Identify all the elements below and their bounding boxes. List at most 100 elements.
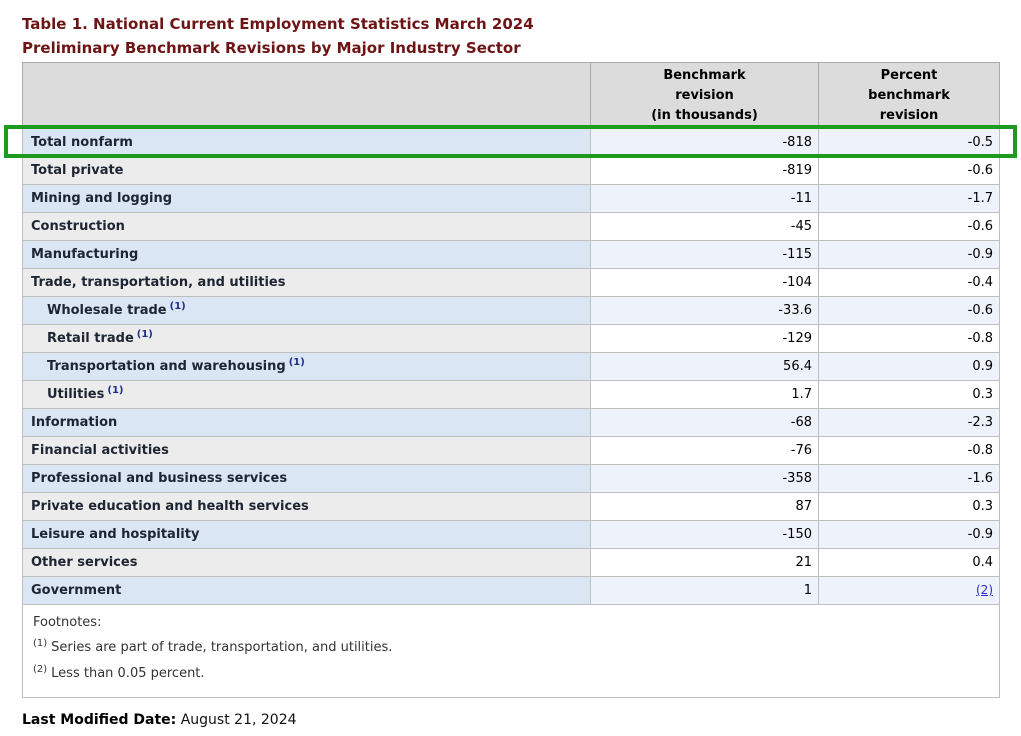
footnote-line: (2) Less than 0.05 percent. bbox=[33, 661, 989, 687]
percent-revision-cell: -0.6 bbox=[819, 213, 1000, 241]
percent-revision-cell: -1.7 bbox=[819, 185, 1000, 213]
table-row: Total private -819-0.6 bbox=[23, 157, 1000, 185]
footnote-text: Series are part of trade, transportation… bbox=[51, 640, 392, 655]
last-modified-value: August 21, 2024 bbox=[181, 712, 297, 728]
industry-label: Government bbox=[31, 583, 121, 598]
industry-cell: Total private bbox=[23, 157, 591, 185]
footnote-ref-link[interactable]: (1) bbox=[289, 357, 305, 368]
industry-cell: Private education and health services bbox=[23, 493, 591, 521]
industry-cell: Utilities(1) bbox=[23, 381, 591, 409]
table-row: Private education and health services 870… bbox=[23, 493, 1000, 521]
benchmark-revision-cell: -11 bbox=[591, 185, 819, 213]
footnote-2-link[interactable]: (2) bbox=[976, 583, 993, 597]
industry-label: Transportation and warehousing bbox=[47, 359, 286, 374]
table-row: Professional and business services-358-1… bbox=[23, 465, 1000, 493]
table-row: Utilities(1)1.70.3 bbox=[23, 381, 1000, 409]
industry-cell: Total nonfarm bbox=[23, 129, 591, 157]
benchmark-revision-cell: 87 bbox=[591, 493, 819, 521]
footnote-ref-link[interactable]: (1) bbox=[107, 385, 123, 396]
industry-label: Private education and health services bbox=[31, 499, 309, 514]
industry-label: Construction bbox=[31, 219, 125, 234]
table-row: Information -68-2.3 bbox=[23, 409, 1000, 437]
industry-cell: Wholesale trade(1) bbox=[23, 297, 591, 325]
footnote-marker: (2) bbox=[33, 664, 47, 675]
industry-cell: Professional and business services bbox=[23, 465, 591, 493]
title-line-2: Preliminary Benchmark Revisions by Major… bbox=[22, 36, 1021, 60]
footnote-marker: (1) bbox=[33, 638, 47, 649]
industry-label: Other services bbox=[31, 555, 137, 570]
industry-cell: Manufacturing bbox=[23, 241, 591, 269]
industry-label: Total private bbox=[31, 163, 124, 178]
last-modified-label: Last Modified Date: bbox=[22, 712, 176, 728]
industry-label: Information bbox=[31, 415, 117, 430]
footnote-ref-link[interactable]: (1) bbox=[137, 329, 153, 340]
percent-revision-cell: -0.5 bbox=[819, 129, 1000, 157]
percent-revision-cell: -0.8 bbox=[819, 437, 1000, 465]
industry-label: Utilities bbox=[47, 387, 104, 402]
table-row: Wholesale trade(1)-33.6-0.6 bbox=[23, 297, 1000, 325]
industry-cell: Retail trade(1) bbox=[23, 325, 591, 353]
percent-revision-cell: -0.9 bbox=[819, 241, 1000, 269]
table-row: Financial activities -76-0.8 bbox=[23, 437, 1000, 465]
benchmark-revision-cell: -129 bbox=[591, 325, 819, 353]
industry-label: Manufacturing bbox=[31, 247, 138, 262]
table-row: Trade, transportation, and utilities -104… bbox=[23, 269, 1000, 297]
benchmark-revision-cell: -104 bbox=[591, 269, 819, 297]
benchmark-revision-cell: -33.6 bbox=[591, 297, 819, 325]
table-title: Table 1. National Current Employment Sta… bbox=[22, 12, 1021, 60]
industry-cell: Transportation and warehousing(1) bbox=[23, 353, 591, 381]
industry-cell: Leisure and hospitality bbox=[23, 521, 591, 549]
percent-revision-cell: 0.3 bbox=[819, 381, 1000, 409]
percent-revision-cell: 0.3 bbox=[819, 493, 1000, 521]
industry-cell: Trade, transportation, and utilities bbox=[23, 269, 591, 297]
header-industry bbox=[23, 63, 591, 129]
table-row: Transportation and warehousing(1)56.40.9 bbox=[23, 353, 1000, 381]
benchmark-revision-cell: -818 bbox=[591, 129, 819, 157]
percent-revision-cell: -0.9 bbox=[819, 521, 1000, 549]
industry-cell: Construction bbox=[23, 213, 591, 241]
footnotes-row: Footnotes: (1) Series are part of trade, … bbox=[23, 605, 1000, 698]
table-row: Retail trade(1)-129-0.8 bbox=[23, 325, 1000, 353]
table-row-highlighted: Total nonfarm -818-0.5 bbox=[23, 129, 1000, 157]
benchmark-revision-cell: 56.4 bbox=[591, 353, 819, 381]
header-row: Benchmark revision (in thousands) Percen… bbox=[23, 63, 1000, 129]
industry-label: Wholesale trade bbox=[47, 303, 167, 318]
footnotes-title: Footnotes: bbox=[33, 611, 989, 635]
footnote-line: (1) Series are part of trade, transportat… bbox=[33, 635, 989, 661]
benchmark-revision-cell: -819 bbox=[591, 157, 819, 185]
percent-revision-cell: -0.6 bbox=[819, 157, 1000, 185]
benchmark-revision-cell: -68 bbox=[591, 409, 819, 437]
benchmark-revision-cell: -115 bbox=[591, 241, 819, 269]
percent-revision-cell: 0.9 bbox=[819, 353, 1000, 381]
benchmark-revision-cell: -76 bbox=[591, 437, 819, 465]
percent-revision-cell: -0.4 bbox=[819, 269, 1000, 297]
benchmark-revisions-table: Benchmark revision (in thousands) Percen… bbox=[22, 62, 1000, 698]
benchmark-revision-cell: -45 bbox=[591, 213, 819, 241]
table-row: Construction -45-0.6 bbox=[23, 213, 1000, 241]
header-benchmark-revision: Benchmark revision (in thousands) bbox=[591, 63, 819, 129]
industry-label: Financial activities bbox=[31, 443, 169, 458]
last-modified: Last Modified Date: August 21, 2024 bbox=[22, 712, 1021, 728]
percent-revision-cell: 0.4 bbox=[819, 549, 1000, 577]
page: Table 1. National Current Employment Sta… bbox=[0, 0, 1021, 736]
footnote-ref-link[interactable]: (1) bbox=[170, 301, 186, 312]
industry-label: Leisure and hospitality bbox=[31, 527, 199, 542]
industry-label: Trade, transportation, and utilities bbox=[31, 275, 285, 290]
percent-revision-cell: (2) bbox=[819, 577, 1000, 605]
table-row: Manufacturing -115-0.9 bbox=[23, 241, 1000, 269]
industry-label: Professional and business services bbox=[31, 471, 287, 486]
industry-label: Total nonfarm bbox=[31, 135, 133, 150]
industry-label: Mining and logging bbox=[31, 191, 172, 206]
industry-cell: Government bbox=[23, 577, 591, 605]
title-line-1: Table 1. National Current Employment Sta… bbox=[22, 12, 1021, 36]
percent-revision-cell: -1.6 bbox=[819, 465, 1000, 493]
percent-revision-cell: -2.3 bbox=[819, 409, 1000, 437]
benchmark-revision-cell: 1 bbox=[591, 577, 819, 605]
industry-label: Retail trade bbox=[47, 331, 134, 346]
footnote-text: Less than 0.05 percent. bbox=[51, 666, 204, 681]
benchmark-revision-cell: 1.7 bbox=[591, 381, 819, 409]
percent-revision-cell: -0.8 bbox=[819, 325, 1000, 353]
industry-cell: Financial activities bbox=[23, 437, 591, 465]
footnotes-box: Footnotes: (1) Series are part of trade, … bbox=[23, 605, 1000, 698]
percent-revision-cell: -0.6 bbox=[819, 297, 1000, 325]
